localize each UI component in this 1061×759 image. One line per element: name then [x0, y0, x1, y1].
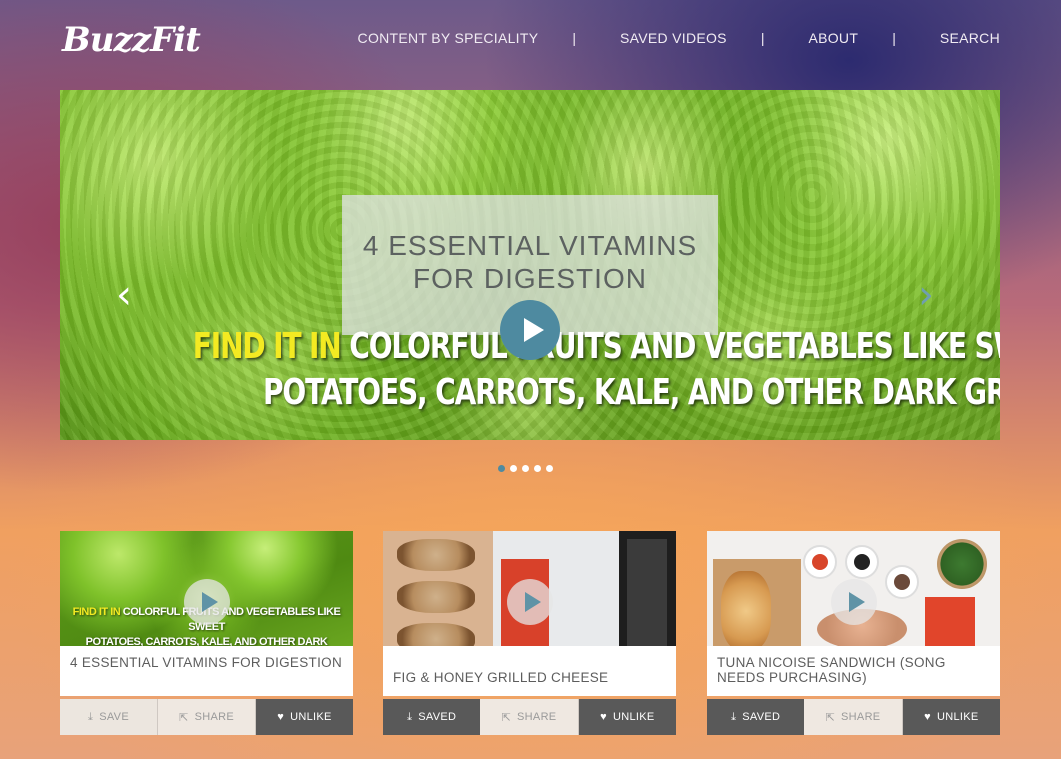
save-label: SAVE — [99, 711, 129, 723]
share-label: SHARE — [841, 711, 881, 723]
card-actions: ⤓ SAVE ⇱ SHARE ♥ UNLIKE — [60, 699, 353, 735]
baguette-image — [721, 571, 771, 646]
video-card: FIND IT IN COLORFUL FRUITS AND VEGETABLE… — [60, 531, 353, 735]
hero-overlay-line2: POTATOES, CARROTS, KALE, AND OTHER DARK … — [263, 372, 1000, 413]
saved-label: SAVED — [742, 711, 781, 723]
save-button[interactable]: ⤓ SAVE — [60, 699, 158, 735]
nav-separator: | — [892, 30, 896, 46]
share-label: SHARE — [517, 711, 557, 723]
share-icon: ⇱ — [501, 711, 512, 724]
heart-icon: ♥ — [600, 711, 607, 723]
red-cloth-image — [925, 597, 975, 646]
thumbnail-highlight: FIND IT IN — [72, 606, 121, 618]
chevron-left-icon[interactable]: ‹ — [116, 275, 146, 315]
share-button[interactable]: ⇱ SHARE — [480, 699, 579, 735]
thumbnail-line1: COLORFUL FRUITS AND VEGETABLES LIKE SWEE… — [120, 606, 341, 633]
card-actions: ⤓ SAVED ⇱ SHARE ♥ UNLIKE — [383, 699, 676, 735]
nav-about[interactable]: ABOUT — [808, 30, 858, 46]
video-title[interactable]: TUNA NICOISE SANDWICH (SONG NEEDS PURCHA… — [707, 646, 1000, 696]
play-icon[interactable] — [507, 579, 553, 625]
bread-slice-image — [397, 539, 475, 571]
share-icon: ⇱ — [179, 711, 189, 724]
share-button[interactable]: ⇱ SHARE — [804, 699, 903, 735]
download-icon: ⤓ — [407, 710, 413, 723]
thumbnail-line2: POTATOES, CARROTS, KALE, AND OTHER DARK … — [85, 636, 328, 646]
chevron-right-icon[interactable]: › — [918, 275, 948, 315]
unlike-label: UNLIKE — [612, 711, 655, 723]
greens-bowl-image — [937, 539, 987, 589]
download-icon: ⤓ — [88, 710, 94, 723]
grill-pan-image — [627, 539, 667, 646]
unlike-button[interactable]: ♥ UNLIKE — [256, 699, 353, 735]
unlike-button[interactable]: ♥ UNLIKE — [578, 699, 676, 735]
carousel-dot-3[interactable] — [522, 465, 529, 472]
buzzfit-logo[interactable]: BuzzFit — [62, 20, 201, 60]
nav-separator: | — [572, 30, 576, 46]
nav-content-by-speciality[interactable]: CONTENT BY SPECIALITY — [358, 30, 539, 46]
saved-button[interactable]: ⤓ SAVED — [383, 699, 481, 735]
video-title[interactable]: FIG & HONEY GRILLED CHEESE — [383, 646, 676, 696]
bowl-image — [845, 545, 879, 579]
hero-play-button[interactable] — [500, 300, 560, 360]
heart-icon: ♥ — [924, 711, 931, 723]
download-icon: ⤓ — [731, 710, 737, 723]
saved-button[interactable]: ⤓ SAVED — [707, 699, 805, 735]
bread-slice-image — [397, 581, 475, 613]
bread-slice-image — [397, 623, 475, 646]
video-card: FIG & HONEY GRILLED CHEESE ⤓ SAVED ⇱ SHARE… — [383, 531, 676, 735]
carousel-dot-5[interactable] — [546, 465, 553, 472]
hero-overlay-line1: COLORFUL FRUITS AND VEGETABLES LIKE SWEE… — [349, 326, 1000, 367]
main-nav: CONTENT BY SPECIALITY | SAVED VIDEOS | A… — [358, 30, 1000, 46]
carousel-dot-1[interactable] — [498, 465, 505, 472]
hero-carousel: 4 ESSENTIAL VITAMINS FOR DIGESTION FIND … — [60, 90, 1000, 440]
unlike-button[interactable]: ♥ UNLIKE — [902, 699, 1000, 735]
share-icon: ⇱ — [825, 711, 836, 724]
video-thumbnail[interactable] — [383, 531, 676, 646]
hero-overlay-highlight: FIND IT IN — [192, 326, 342, 367]
nav-separator: | — [760, 30, 765, 46]
share-label: SHARE — [194, 711, 234, 723]
nav-saved-videos[interactable]: SAVED VIDEOS — [620, 30, 727, 46]
video-thumbnail[interactable] — [707, 531, 1000, 646]
carousel-dot-4[interactable] — [534, 465, 541, 472]
video-title[interactable]: 4 ESSENTIAL VITAMINS FOR DIGESTION — [60, 646, 353, 696]
carousel-dots — [498, 465, 553, 472]
carousel-dot-2[interactable] — [510, 465, 517, 472]
heart-icon: ♥ — [277, 711, 285, 723]
video-card: TUNA NICOISE SANDWICH (SONG NEEDS PURCHA… — [707, 531, 1000, 735]
saved-label: SAVED — [418, 711, 457, 723]
share-button[interactable]: ⇱ SHARE — [158, 699, 256, 735]
video-thumbnail[interactable]: FIND IT IN COLORFUL FRUITS AND VEGETABLE… — [60, 531, 353, 646]
hero-title: 4 ESSENTIAL VITAMINS FOR DIGESTION — [362, 230, 698, 294]
card-actions: ⤓ SAVED ⇱ SHARE ♥ UNLIKE — [707, 699, 1000, 735]
bowl-image — [803, 545, 837, 579]
nav-search[interactable]: SEARCH — [940, 30, 1000, 46]
unlike-label: UNLIKE — [290, 711, 332, 723]
bowl-image — [885, 565, 919, 599]
play-icon[interactable] — [831, 579, 877, 625]
unlike-label: UNLIKE — [936, 711, 979, 723]
play-icon[interactable] — [184, 579, 230, 625]
